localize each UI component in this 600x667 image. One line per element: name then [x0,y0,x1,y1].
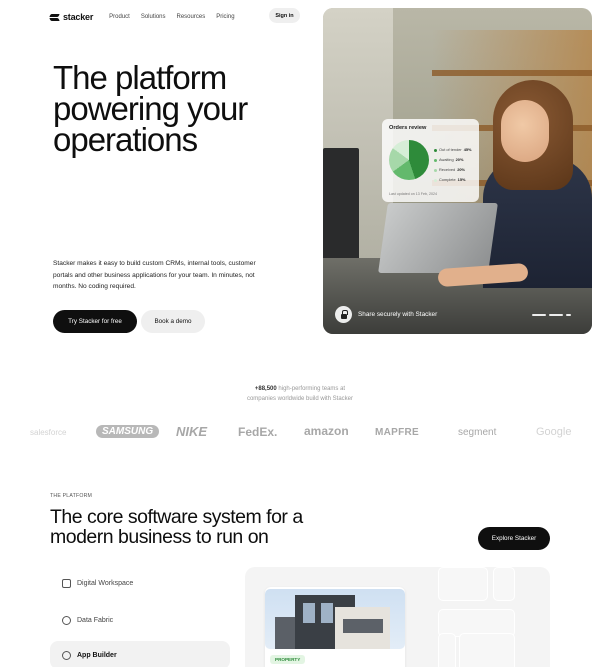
orders-card-footer: Last updated on 13 Feb, 2024 [389,192,437,196]
feature-tab-label: Data Fabric [77,616,114,624]
brand-logo-salesforce: salesforce [30,428,67,437]
feature-tab-label: App Builder [77,651,117,659]
preview-tile [459,633,515,667]
preview-tile [438,567,488,601]
nav-links: Product Solutions Resources Pricing [109,14,234,20]
brand-logo-google: Google [536,426,572,438]
social-proof: +88,500 high-performing teams at compani… [0,384,600,404]
feature-tab-data-fabric[interactable]: Data Fabric [50,606,230,634]
proof-line-2: companies worldwide build with Stacker [246,396,354,402]
hero-image: Orders review Out of tender 45% Awaiting 2… [323,8,592,334]
app-builder-icon [62,650,71,660]
hero-title-line-2: powering your [53,90,248,127]
orders-review-title: Orders review [389,125,427,131]
hero-title: The platform powering your operations [53,59,313,158]
platform-title-line-1: The core software system for a [50,506,303,528]
legend-dot-icon [434,158,437,162]
data-fabric-icon [62,615,71,625]
hero-laptop [378,203,498,273]
nav-link-pricing[interactable]: Pricing [216,14,234,20]
hero-title-line-3: operations [53,121,198,158]
platform-title: The core software system for a modern bu… [50,507,390,547]
property-image [265,589,405,649]
carousel-indicator[interactable] [532,314,546,316]
lock-icon [335,306,352,323]
brand-logo-nike: NIKE [176,424,208,439]
logo-text: stacker [63,12,94,22]
legend-item: Awaiting 20% [434,155,472,165]
teams-count: +88,500 [254,386,277,392]
legend-item: Complete 15% [434,175,472,185]
platform-title-line-2: modern business to run on [50,526,269,548]
workspace-icon [62,578,71,588]
sign-in-button[interactable]: Sign in [269,8,300,23]
book-demo-button[interactable]: Book a demo [141,310,205,333]
carousel-progress[interactable] [532,314,571,316]
preview-tile [493,567,515,601]
share-securely: Share securely with Stacker [335,306,437,323]
hero-description: Stacker makes it easy to build custom CR… [53,260,256,290]
brand-logo-amazon: amazon [304,424,349,438]
feature-tab-label: Digital Workspace [77,579,134,587]
orders-review-card: Orders review Out of tender 45% Awaiting 2… [382,119,479,202]
feature-tab-app-builder[interactable]: App Builder [50,641,230,667]
preview-tile [438,633,456,667]
brand-logo-samsung: SAMSUNG [96,425,160,438]
legend-dot-icon [434,178,437,182]
stacker-logo-icon [50,13,59,22]
nav-link-resources[interactable]: Resources [177,14,206,20]
legend-dot-icon [434,148,437,152]
property-badge: PROPERTY [270,655,306,664]
try-stacker-button[interactable]: Try Stacker for free [53,310,137,333]
brand-logo-segment: segment [458,427,497,438]
platform-eyebrow: THE PLATFORM [50,493,93,499]
carousel-indicator[interactable] [566,314,571,316]
feature-tab-digital-workspace[interactable]: Digital Workspace [50,569,230,597]
hero-title-line-1: The platform [53,59,227,96]
share-securely-text: Share securely with Stacker [358,311,438,318]
orders-legend: Out of tender 45% Awaiting 20% Received 20%… [434,145,472,185]
explore-stacker-button[interactable]: Explore Stacker [478,527,550,550]
customer-logos: salesforce SAMSUNG NIKE FedEx. amazon MA… [30,424,580,444]
hero-person-face [501,100,549,162]
app-builder-preview: PROPERTY [245,567,550,667]
legend-dot-icon [434,168,437,172]
hero-monitor [323,148,359,268]
nav-link-solutions[interactable]: Solutions [141,14,166,20]
carousel-indicator[interactable] [549,314,563,316]
orders-pie-chart [389,140,429,180]
brand-logo-fedex: FedEx. [238,425,278,439]
nav-link-product[interactable]: Product [109,14,130,20]
top-nav: stacker Product Solutions Resources Pric… [50,8,302,26]
property-card[interactable]: PROPERTY [265,587,405,667]
legend-item: Received 20% [434,165,472,175]
stacker-logo[interactable]: stacker [50,12,93,22]
proof-line-1: high-performing teams at [276,386,346,392]
legend-item: Out of tender 45% [434,145,472,155]
brand-logo-mapfre: MAPFRE [375,427,420,438]
